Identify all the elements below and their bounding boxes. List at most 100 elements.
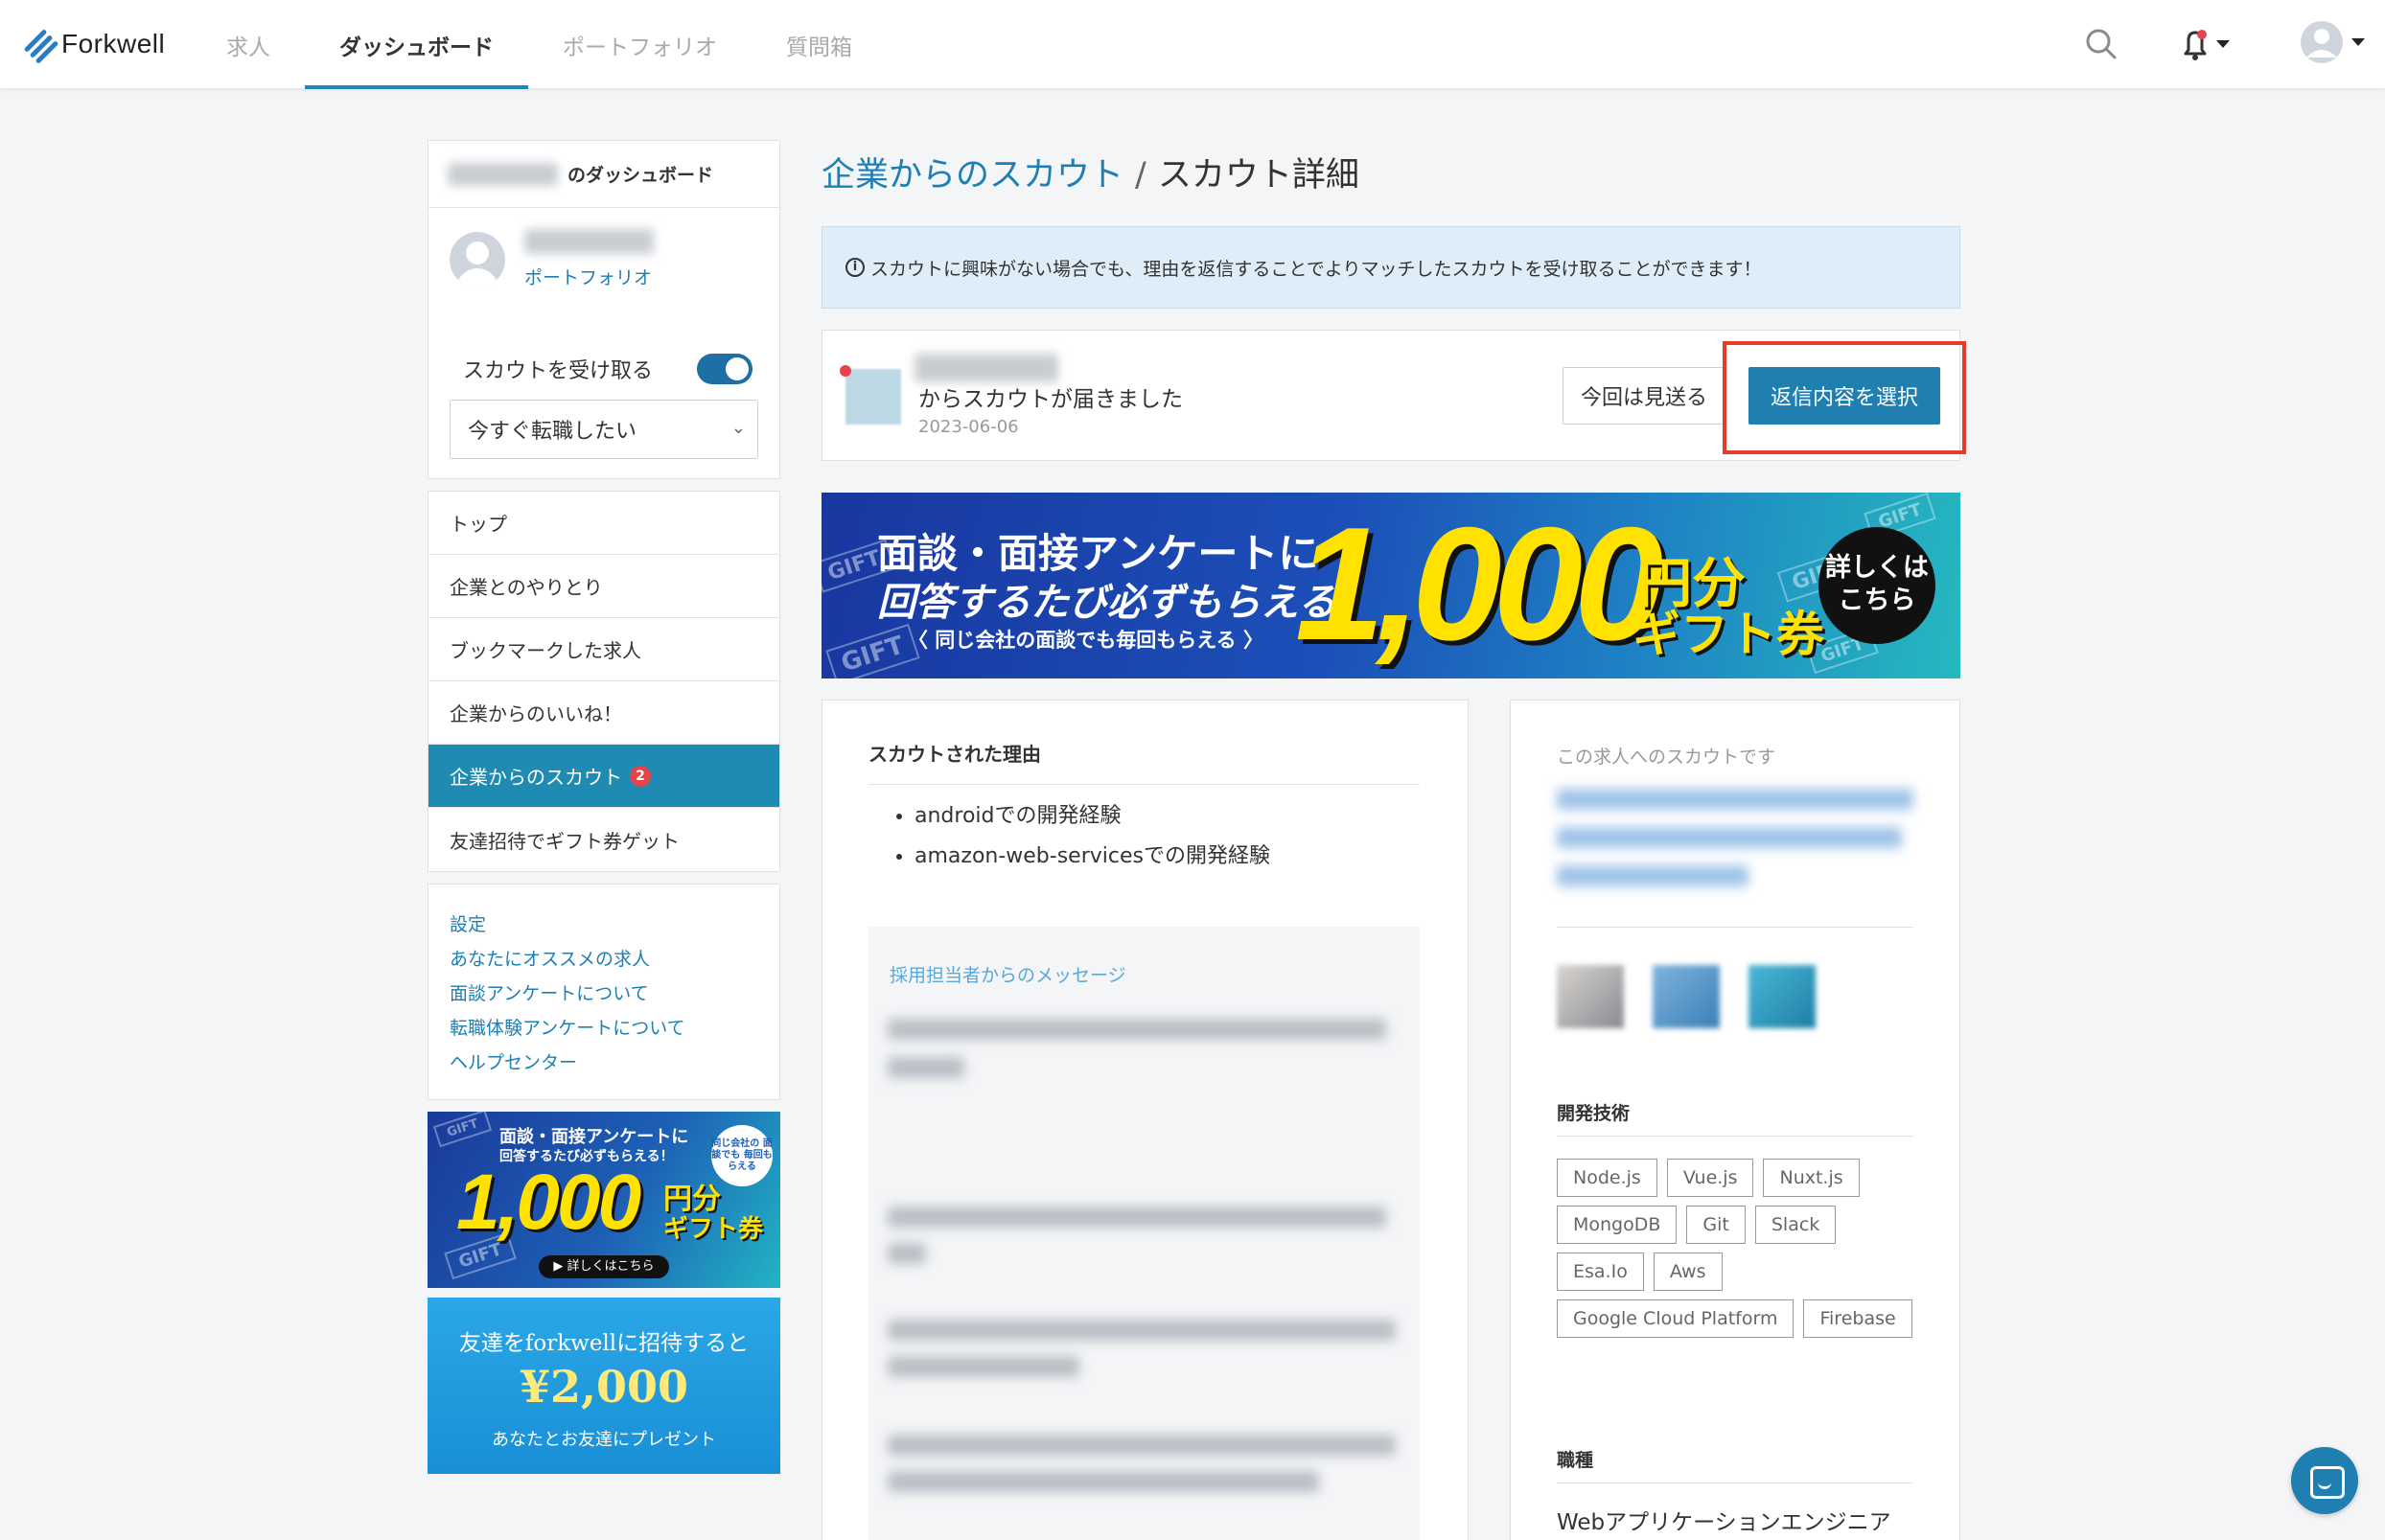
divider xyxy=(1557,927,1913,928)
redacted-text xyxy=(1557,865,1748,886)
forkwell-logo[interactable]: Forkwell xyxy=(21,25,165,64)
skip-button[interactable]: 今回は見送る xyxy=(1563,367,1725,425)
divider xyxy=(1557,1136,1913,1137)
breadcrumb: 企業からのスカウト / スカウト詳細 xyxy=(822,148,1359,196)
top-header: Forkwell 求人 ダッシュボード ポートフォリオ 質問箱 xyxy=(0,0,2385,89)
tech-tags: Node.js Vue.js Nuxt.js MongoDB Git Slack… xyxy=(1557,1159,1921,1338)
sidebar-item-label: 企業からのいいね！ xyxy=(450,702,622,725)
link-help-center[interactable]: ヘルプセンター xyxy=(450,1046,779,1080)
gift-banner-main[interactable]: GIFT GIFT GIFT GIFT GIFT 面談・面接アンケートに 回答す… xyxy=(822,493,1960,678)
redacted-text xyxy=(888,1207,1386,1228)
redacted-text xyxy=(888,1435,1396,1456)
job-title-redacted[interactable] xyxy=(1557,781,1913,896)
friend-invite-banner[interactable]: 友達をforkwellに招待すると ¥2,000 あなたとお友達にプレゼント xyxy=(428,1298,780,1474)
role-section-title: 職種 xyxy=(1557,1450,1594,1471)
sidebar-item-label: ブックマークした求人 xyxy=(450,639,641,662)
recruiter-message-title: 採用担当者からのメッセージ xyxy=(890,965,1126,986)
sidebar-menu: トップ 企業とのやりとり ブックマークした求人 企業からのいいね！ 企業からのス… xyxy=(428,491,780,872)
tech-tag: Firebase xyxy=(1803,1299,1912,1338)
link-recommended-jobs[interactable]: あなたにオススメの求人 xyxy=(450,942,779,977)
redacted-text xyxy=(888,1320,1396,1341)
tech-tag: Google Cloud Platform xyxy=(1557,1299,1795,1338)
main-nav: 求人 ダッシュボード ポートフォリオ 質問箱 xyxy=(192,0,887,89)
redacted-text xyxy=(888,1356,1079,1377)
sidebar-item-scouts[interactable]: 企業からのスカウト 2 xyxy=(428,745,779,808)
friend-banner-line2: あなたとお友達にプレゼント xyxy=(492,1430,716,1450)
username-redacted xyxy=(448,162,558,186)
banner-line3: 〈 同じ会社の面談でも毎回もらえる 〉 xyxy=(908,629,1263,652)
banner-cta-line2: こちら xyxy=(1838,586,1916,615)
banner-cta-circle[interactable]: 詳しくは こちら xyxy=(1818,527,1935,644)
nav-dashboard[interactable]: ダッシュボード xyxy=(305,0,528,89)
gift-tag-decor: GIFT xyxy=(825,623,920,678)
tech-section-title: 開発技術 xyxy=(1557,1103,1631,1124)
tech-tag: Nuxt.js xyxy=(1763,1159,1860,1197)
dashboard-title-text: のダッシュボード xyxy=(567,165,714,186)
list-item: androidでの開発経験 xyxy=(915,796,1270,837)
scout-date: 2023-06-06 xyxy=(918,417,1019,437)
company-name-redacted xyxy=(915,354,1058,382)
select-reply-button[interactable]: 返信内容を選択 xyxy=(1748,367,1940,425)
nav-jobs[interactable]: 求人 xyxy=(192,0,305,89)
tech-tag: Git xyxy=(1686,1206,1746,1244)
scout-count-badge: 2 xyxy=(630,765,651,787)
breadcrumb-parent[interactable]: 企業からのスカウト xyxy=(822,156,1123,195)
scout-card: からスカウトが届きました 2023-06-06 今回は見送る 返信内容を選択 xyxy=(822,330,1960,461)
reason-list: androidでの開発経験 amazon-web-servicesでの開発経験 xyxy=(915,796,1270,877)
tech-tag: Aws xyxy=(1653,1253,1723,1291)
company-logo xyxy=(845,369,901,425)
link-settings[interactable]: 設定 xyxy=(450,908,779,942)
company-photo xyxy=(1557,965,1624,1028)
banner-cta-line1: 詳しくは xyxy=(1825,553,1929,583)
gift-banner-cta: ▶ 詳しくはこちら xyxy=(539,1255,669,1278)
redacted-text xyxy=(888,1019,1386,1040)
tech-tag: MongoDB xyxy=(1557,1206,1678,1244)
tech-tag: Esa.Io xyxy=(1557,1253,1644,1291)
sidebar-item-label: 友達招待でギフト券ゲット xyxy=(450,829,680,853)
info-alert: i スカウトに興味がない場合でも、理由を返信することでよりマッチしたスカウトを受… xyxy=(822,226,1960,309)
link-interview-survey[interactable]: 面談アンケートについて xyxy=(450,977,779,1011)
page-title: スカウト詳細 xyxy=(1157,156,1359,195)
search-icon[interactable] xyxy=(2082,25,2120,63)
user-name-redacted xyxy=(524,229,654,254)
sidebar-links: 設定 あなたにオススメの求人 面談アンケートについて 転職体験アンケートについて… xyxy=(428,884,780,1100)
job-role: Webアプリケーションエンジニア xyxy=(1557,1510,1891,1535)
sidebar-item-top[interactable]: トップ xyxy=(428,492,779,555)
sidebar-item-invite[interactable]: 友達招待でギフト券ゲット xyxy=(428,808,779,871)
user-avatar-icon[interactable] xyxy=(2299,19,2370,67)
chat-support-icon[interactable] xyxy=(2291,1447,2358,1514)
scout-reason-card: スカウトされた理由 androidでの開発経験 amazon-web-servi… xyxy=(822,700,1469,1540)
redacted-text xyxy=(888,1057,964,1078)
scout-toggle-label: スカウトを受け取る xyxy=(463,359,654,383)
sidebar-item-likes[interactable]: 企業からのいいね！ xyxy=(428,681,779,745)
scout-toggle-row: スカウトを受け取る xyxy=(428,350,779,384)
friend-banner-line1: 友達をforkwellに招待すると xyxy=(458,1331,750,1356)
nav-question-box[interactable]: 質問箱 xyxy=(752,0,887,89)
reason-title: スカウトされた理由 xyxy=(868,739,1420,785)
gift-banner-amount: 1,000 xyxy=(456,1159,641,1246)
link-job-change-survey[interactable]: 転職体験アンケートについて xyxy=(450,1011,779,1046)
bell-icon[interactable] xyxy=(2176,23,2234,65)
nav-portfolio[interactable]: ポートフォリオ xyxy=(528,0,752,89)
avatar xyxy=(450,232,505,287)
job-status-value: 今すぐ転職したい xyxy=(468,420,637,444)
sidebar-item-label: 企業からのスカウト xyxy=(450,766,622,789)
friend-banner-amount: ¥2,000 xyxy=(519,1361,689,1413)
sidebar-item-bookmarks[interactable]: ブックマークした求人 xyxy=(428,618,779,681)
recruiter-message-box: 採用担当者からのメッセージ xyxy=(868,927,1420,1540)
gift-banner-line1: 面談・面接アンケートに xyxy=(499,1127,689,1147)
job-card-subtitle: この求人へのスカウトです xyxy=(1557,747,1776,768)
scout-toggle[interactable] xyxy=(697,354,753,384)
sidebar-item-exchanges[interactable]: 企業とのやりとり xyxy=(428,555,779,618)
info-icon: i xyxy=(845,258,865,277)
info-alert-text: スカウトに興味がない場合でも、理由を返信することでよりマッチしたスカウトを受け取… xyxy=(870,258,1762,280)
gift-banner-small[interactable]: GIFT GIFT 面談・面接アンケートに 回答するたび必ずもらえる！ 1,00… xyxy=(428,1112,780,1288)
job-status-select[interactable]: 今すぐ転職したい ⌄ xyxy=(450,400,758,459)
scout-message: からスカウトが届きました xyxy=(918,387,1183,412)
redacted-text xyxy=(888,1243,926,1264)
portfolio-link[interactable]: ポートフォリオ xyxy=(524,264,652,289)
sidebar-item-label: トップ xyxy=(450,513,507,536)
tech-tag: Slack xyxy=(1754,1206,1837,1244)
tech-tag: Node.js xyxy=(1557,1159,1657,1197)
logo-mark-icon xyxy=(21,27,59,64)
